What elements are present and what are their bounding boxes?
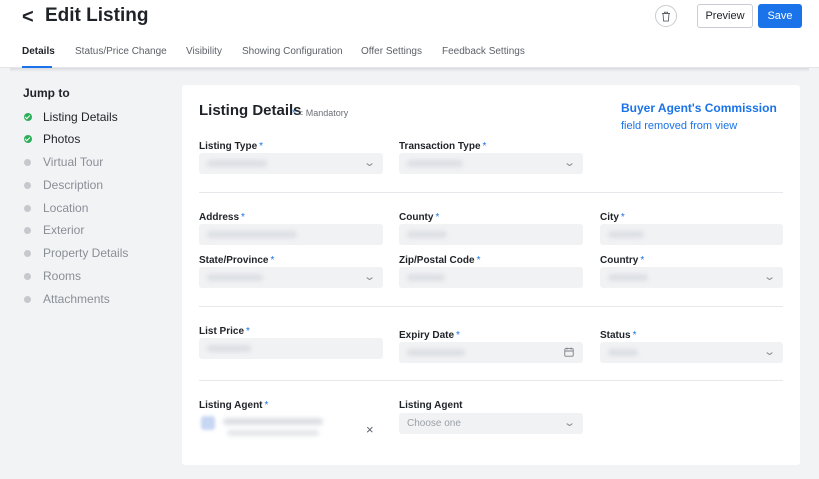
list-price-label: List Price * — [199, 326, 250, 337]
secondary-listing-agent-label: Listing Agent — [399, 400, 463, 411]
listing-agent-label: Listing Agent * — [199, 400, 269, 411]
save-button[interactable]: Save — [758, 4, 802, 28]
city-label: City * — [600, 212, 625, 223]
sidebar-item-exterior[interactable]: Exterior — [24, 222, 84, 238]
sidebar-item-location[interactable]: Location — [24, 200, 88, 216]
dot-icon — [24, 204, 31, 212]
sidebar-item-label: Location — [43, 201, 89, 215]
expiry-date-label: Expiry Date * — [399, 330, 460, 341]
chevron-down-icon: ⌄ — [362, 271, 376, 283]
commission-notice-title: Buyer Agent's Commission — [621, 101, 777, 115]
page-title: Edit Listing — [45, 5, 149, 26]
sidebar-item-rooms[interactable]: Rooms — [24, 268, 81, 284]
chevron-down-icon: ⌄ — [562, 157, 576, 169]
sidebar-item-label: Rooms — [43, 269, 82, 283]
sidebar-item-label: Virtual Tour — [43, 155, 104, 169]
list-price-input[interactable] — [199, 338, 383, 359]
sidebar-item-label: Attachments — [43, 292, 110, 306]
section-divider — [199, 306, 783, 307]
section-title: Listing Details — [199, 102, 302, 119]
state-province-label: State/Province * — [199, 255, 275, 266]
status-label: Status * — [600, 330, 637, 341]
tab-offer-settings[interactable]: Offer Settings — [361, 46, 422, 57]
chevron-down-icon: ⌄ — [362, 157, 376, 169]
header-shadow — [10, 68, 809, 72]
redacted-value — [407, 274, 445, 281]
tab-feedback-settings[interactable]: Feedback Settings — [442, 46, 525, 57]
redacted-value — [207, 274, 263, 281]
redacted-value — [608, 349, 638, 356]
redacted-agent-name — [223, 418, 323, 425]
redacted-value — [608, 274, 648, 281]
tab-bar: Details Status/Price Change Visibility S… — [0, 42, 819, 68]
county-label: County * — [399, 212, 440, 223]
city-input[interactable] — [600, 224, 783, 245]
expiry-date-input[interactable] — [399, 342, 583, 363]
chevron-down-icon: ⌄ — [762, 271, 776, 283]
country-select[interactable]: ⌄ — [600, 267, 783, 288]
redacted-value — [407, 160, 463, 167]
sidebar-item-listing-details[interactable]: Listing Details — [24, 109, 118, 125]
sidebar-item-virtual-tour[interactable]: Virtual Tour — [24, 154, 103, 170]
tab-showing-configuration[interactable]: Showing Configuration — [242, 46, 343, 57]
tab-details[interactable]: Details — [22, 46, 55, 57]
redacted-value — [407, 349, 465, 356]
sidebar-item-property-details[interactable]: Property Details — [24, 245, 128, 261]
select-placeholder: Choose one — [407, 418, 461, 429]
tab-visibility[interactable]: Visibility — [186, 46, 222, 57]
dot-icon — [24, 249, 31, 257]
sidebar-item-label: Description — [43, 178, 104, 192]
section-divider — [199, 380, 783, 381]
zip-postal-code-label: Zip/Postal Code * — [399, 255, 481, 266]
listing-agent-selected[interactable] — [199, 413, 383, 443]
mandatory-note: * = Mandatory — [292, 108, 349, 118]
address-label: Address * — [199, 212, 245, 223]
listing-type-select[interactable]: ⌄ — [199, 153, 383, 174]
redacted-value — [207, 345, 251, 352]
check-icon — [24, 113, 32, 121]
chevron-down-icon: ⌄ — [762, 346, 776, 358]
clear-agent-icon[interactable]: × — [366, 422, 374, 437]
section-divider — [199, 192, 783, 193]
sidebar-item-attachments[interactable]: Attachments — [24, 291, 110, 307]
zip-postal-code-input[interactable] — [399, 267, 583, 288]
sidebar-item-description[interactable]: Description — [24, 177, 103, 193]
transaction-type-select[interactable]: ⌄ — [399, 153, 583, 174]
delete-button[interactable] — [655, 5, 677, 27]
redacted-value — [207, 231, 297, 238]
address-input[interactable] — [199, 224, 383, 245]
chevron-down-icon: ⌄ — [562, 417, 576, 429]
commission-notice-subtitle: field removed from view — [621, 120, 738, 132]
dot-icon — [24, 181, 31, 189]
country-label: Country * — [600, 255, 645, 266]
sidebar-item-label: Listing Details — [43, 110, 118, 124]
status-select[interactable]: ⌄ — [600, 342, 783, 363]
dot-icon — [24, 272, 31, 280]
redacted-value — [608, 231, 644, 238]
calendar-icon[interactable] — [564, 347, 574, 357]
back-button[interactable]: < — [22, 6, 34, 29]
redacted-value — [407, 231, 447, 238]
preview-button[interactable]: Preview — [697, 4, 753, 28]
avatar — [201, 416, 215, 430]
state-province-select[interactable]: ⌄ — [199, 267, 383, 288]
dot-icon — [24, 226, 31, 234]
county-input[interactable] — [399, 224, 583, 245]
check-icon — [24, 135, 32, 143]
trash-icon — [662, 11, 670, 22]
transaction-type-label: Transaction Type * — [399, 141, 487, 152]
jump-to-heading: Jump to — [23, 86, 70, 100]
redacted-agent-detail — [227, 430, 319, 436]
tab-status-price-change[interactable]: Status/Price Change — [75, 46, 167, 57]
sidebar-item-label: Photos — [43, 132, 81, 146]
dot-icon — [24, 158, 31, 166]
dot-icon — [24, 295, 31, 303]
redacted-value — [207, 160, 267, 167]
sidebar-item-photos[interactable]: Photos — [24, 131, 80, 147]
sidebar-item-label: Exterior — [43, 223, 85, 237]
listing-type-label: Listing Type * — [199, 141, 264, 152]
secondary-listing-agent-select[interactable]: Choose one ⌄ — [399, 413, 583, 434]
sidebar-item-label: Property Details — [43, 246, 129, 260]
